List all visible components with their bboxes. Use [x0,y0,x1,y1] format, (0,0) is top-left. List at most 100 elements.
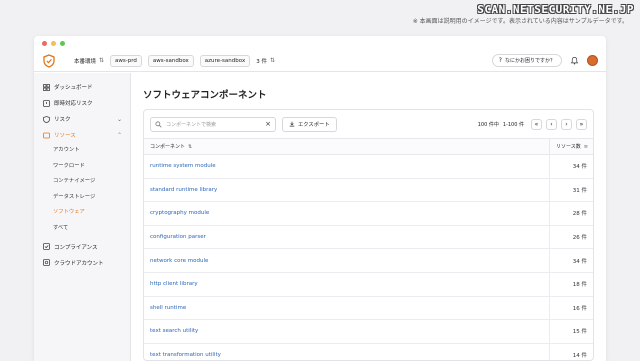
cloud-account-icon [42,259,50,267]
sidebar-item-label: コンプライアンス [54,244,98,251]
table-row[interactable]: http client library 18 件 [144,272,593,297]
sidebar: ダッシュボード 即時対応リスク リスク ⌄ リソース ⌃ アカウント ワークロー… [34,73,131,361]
notice-text: ※ 本画面は説明用のイメージです。表示されている内容はサンプルデータです。 [412,18,628,25]
sidebar-item-dashboard[interactable]: ダッシュボード [34,79,130,95]
table-row[interactable]: runtime system module 34 件 [144,155,593,179]
resource-count: 34 件 [549,249,593,272]
main-content: ソフトウェアコンポーネント コンポーネントで検索 × エクスポート 100 件中… [131,73,606,361]
prev-page-icon[interactable]: ‹ [546,118,557,130]
table-row[interactable]: configuration parser 26 件 [144,225,593,250]
page-title: ソフトウェアコンポーネント [143,90,267,101]
table-body: runtime system module 34 件 standard runti… [144,155,593,360]
resource-count: 31 件 [549,178,593,202]
close-dot[interactable] [42,40,47,46]
environment-selector[interactable]: 本番環境 ⇅ [74,57,104,65]
window-titlebar [34,36,606,50]
export-button[interactable]: エクスポート [282,116,337,132]
component-link[interactable]: shell runtime [144,305,549,311]
sidebar-subitem-software[interactable]: ソフトウェア [34,205,130,221]
chip-label: azure-sandbox [204,57,246,64]
search-icon [155,121,162,128]
maximize-dot[interactable] [60,40,65,46]
account-chip[interactable]: aws-sandbox [147,54,194,67]
chevron-down-icon: ⌄ [116,115,122,123]
component-link[interactable]: http client library [144,281,549,287]
table-row[interactable]: standard runtime library 31 件 [144,178,593,203]
component-link[interactable]: network core module [144,258,549,264]
column-header-component[interactable]: コンポーネント ⇅ [144,143,549,151]
help-label: なにかお困りですか？ [504,58,555,64]
dashboard-icon [42,83,50,91]
component-link[interactable]: standard runtime library [144,187,549,193]
account-count-selector[interactable]: 3 件 ⇅ [256,57,275,65]
sort-desc-icon[interactable]: ≡ [584,144,588,150]
sidebar-subitem-container-image[interactable]: コンテナイメージ [34,174,130,190]
sidebar-subitem-account[interactable]: アカウント [34,143,130,159]
app-logo-icon[interactable] [42,53,56,68]
clear-icon[interactable]: × [265,120,271,128]
alert-icon [42,99,50,107]
pager-total: 100 件中 [477,121,499,128]
component-link[interactable]: runtime system module [144,163,549,169]
component-link[interactable]: cryptography module [144,210,549,216]
table-row[interactable]: network core module 34 件 [144,249,593,273]
chip-label: aws-prd [115,57,137,64]
resource-count: 16 件 [549,296,593,320]
account-chip[interactable]: azure-sandbox [199,54,251,67]
account-chip[interactable]: aws-prd [110,54,142,67]
first-page-icon[interactable]: « [531,118,542,130]
table-row[interactable]: text search utility 15 件 [144,320,593,344]
resource-count: 14 件 [549,343,593,360]
sidebar-subitem-data-storage[interactable]: データストレージ [34,190,130,206]
sidebar-item-resource[interactable]: リソース ⌃ [34,127,130,143]
pagination: 100 件中 1-100 件 « ‹ › » [477,118,587,130]
app-window: 本番環境 ⇅ aws-prd aws-sandbox azure-sandbox… [34,36,606,361]
risk-icon [42,115,50,123]
sidebar-item-urgent-risk[interactable]: 即時対応リスク [34,95,130,111]
next-page-icon[interactable]: › [561,118,572,130]
search-placeholder: コンポーネントで検索 [166,121,217,128]
help-button[interactable]: ? なにかお困りですか？ [491,54,562,67]
table-header: コンポーネント ⇅ リソース数 ≡ [144,138,593,155]
user-avatar[interactable] [587,55,598,66]
component-link[interactable]: configuration parser [144,234,549,240]
component-link[interactable]: text search utility [144,328,549,334]
download-icon [289,121,295,127]
updown-icon: ⇅ [99,57,105,64]
sidebar-item-risk[interactable]: リスク ⌄ [34,111,130,127]
watermark: SCAN.NETSECURITY.NE.JP [477,3,634,16]
component-table-card: コンポーネントで検索 × エクスポート 100 件中 1-100 件 « ‹ ›… [143,109,594,361]
environment-label: 本番環境 [74,58,97,65]
resource-count: 28 件 [549,202,593,225]
sidebar-item-label: リソース [54,133,76,139]
table-toolbar: コンポーネントで検索 × エクスポート 100 件中 1-100 件 « ‹ ›… [144,110,593,138]
question-icon: ? [498,57,502,64]
compliance-icon [42,243,50,251]
sort-icon[interactable]: ⇅ [188,144,192,150]
resource-count: 15 件 [549,320,593,343]
sidebar-item-cloud-account[interactable]: クラウドアカウント [34,255,130,271]
column-label: コンポーネント [150,144,186,150]
sidebar-item-label: リスク [54,117,71,123]
updown-icon: ⇅ [269,57,275,64]
bell-icon[interactable] [570,56,579,65]
sidebar-item-label: 即時対応リスク [54,101,93,107]
column-label: リソース数 [556,144,581,150]
top-bar: 本番環境 ⇅ aws-prd aws-sandbox azure-sandbox… [34,50,606,72]
table-row[interactable]: cryptography module 28 件 [144,202,593,226]
resource-count: 18 件 [549,272,593,296]
sidebar-item-label: クラウドアカウント [54,260,104,267]
chevron-up-icon: ⌃ [116,131,122,139]
sidebar-subitem-all[interactable]: すべて [34,221,130,237]
last-page-icon[interactable]: » [576,118,587,130]
minimize-dot[interactable] [51,40,56,46]
table-row[interactable]: shell runtime 16 件 [144,296,593,321]
search-input[interactable]: コンポーネントで検索 × [150,116,276,132]
table-row[interactable]: text transformation utility 14 件 [144,343,593,360]
component-link[interactable]: text transformation utility [144,352,549,358]
column-header-resource-count[interactable]: リソース数 ≡ [549,139,593,154]
sidebar-item-compliance[interactable]: コンプライアンス [34,239,130,255]
chip-label: aws-sandbox [152,57,189,64]
sidebar-subitem-workload[interactable]: ワークロード [34,159,130,175]
sidebar-item-label: ダッシュボード [54,85,93,91]
